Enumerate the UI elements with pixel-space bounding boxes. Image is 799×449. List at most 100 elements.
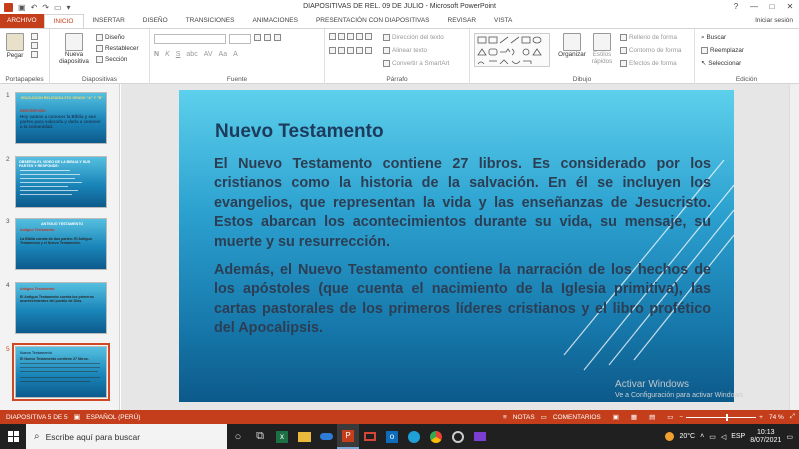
shrink-font-icon[interactable] (264, 34, 271, 41)
sign-in-link[interactable]: Iniciar sesión (755, 14, 799, 28)
app-gmail-icon[interactable] (359, 424, 381, 449)
layout-button[interactable]: Diseño (96, 33, 139, 42)
tab-presentacion[interactable]: PRESENTACIÓN CON DIAPOSITIVAS (307, 14, 439, 28)
char-spacing-button[interactable]: AV (204, 51, 213, 58)
bold-button[interactable]: N (154, 51, 159, 58)
tab-vista[interactable]: VISTA (485, 14, 521, 28)
vertical-scrollbar[interactable] (789, 84, 799, 410)
font-color-button[interactable]: A (233, 51, 238, 58)
clock[interactable]: 10:13 8/07/2021 (750, 429, 781, 445)
maximize-button[interactable]: □ (763, 0, 781, 14)
smartart-button[interactable]: Convertir a SmartArt (383, 59, 449, 68)
new-slide-button[interactable]: Nueva diapositiva (56, 33, 92, 65)
cut-icon[interactable] (31, 33, 38, 40)
align-left-icon[interactable] (329, 47, 336, 54)
copy-icon[interactable] (31, 42, 38, 49)
columns-icon[interactable] (365, 47, 372, 54)
zoom-level[interactable]: 74 % (763, 414, 790, 421)
select-button[interactable]: ↖ Seleccionar (701, 59, 744, 68)
zoom-out-button[interactable]: − (679, 414, 683, 421)
volume-icon[interactable]: ◁ (721, 433, 726, 441)
shape-fill-button[interactable]: Relleno de forma (620, 33, 682, 42)
spellcheck-icon[interactable]: ▣ (74, 413, 81, 421)
slideshow-icon[interactable]: ▭ (661, 413, 679, 421)
grow-font-icon[interactable] (254, 34, 261, 41)
minimize-button[interactable]: — (745, 0, 763, 14)
app-browser-icon[interactable] (447, 424, 469, 449)
notifications-icon[interactable]: ▭ (786, 433, 793, 441)
task-view-icon[interactable]: ⧉ (249, 424, 271, 449)
find-button[interactable]: ⌕ Buscar (701, 33, 744, 42)
justify-icon[interactable] (356, 47, 363, 54)
cortana-icon[interactable]: ○ (227, 424, 249, 449)
comments-button[interactable]: COMENTARIOS (547, 414, 607, 421)
zoom-slider-thumb[interactable] (726, 413, 729, 421)
help-button[interactable]: ? (727, 0, 745, 14)
replace-button[interactable]: Reemplazar (701, 46, 744, 55)
numbering-icon[interactable] (338, 33, 345, 40)
tab-inicio[interactable]: INICIO (43, 14, 84, 28)
weather-icon[interactable] (665, 432, 675, 441)
paste-button[interactable]: Pegar (6, 33, 24, 60)
tab-animaciones[interactable]: ANIMACIONES (243, 14, 307, 28)
current-slide[interactable]: Nuevo Testamento El Nuevo Testamento con… (179, 90, 734, 402)
underline-button[interactable]: S (176, 51, 181, 58)
font-name-field[interactable] (154, 34, 226, 44)
app-video-icon[interactable] (469, 424, 491, 449)
format-painter-icon[interactable] (31, 51, 38, 58)
align-center-icon[interactable] (338, 47, 345, 54)
zoom-slider[interactable] (686, 413, 757, 421)
font-size-field[interactable] (229, 34, 251, 44)
tab-archivo[interactable]: ARCHIVO (0, 14, 44, 28)
close-button[interactable]: ✕ (781, 0, 799, 14)
reset-button[interactable]: Restablecer (96, 44, 139, 53)
line-spacing-icon[interactable] (365, 33, 372, 40)
change-case-button[interactable]: Aa (219, 51, 228, 58)
start-button[interactable] (0, 424, 26, 449)
slide-thumbnail-2[interactable]: OBSERVA EL VIDEO DE LA BIBLIA Y SUS PART… (15, 156, 107, 208)
language-indicator[interactable]: ESPAÑOL (PERÚ) (80, 414, 146, 421)
slide-sorter-icon[interactable]: ▦ (625, 413, 643, 421)
slide-paragraph-1[interactable]: El Nuevo Testamento contiene 27 libros. … (214, 155, 711, 252)
shape-outline-button[interactable]: Contorno de forma (620, 46, 682, 55)
tab-insertar[interactable]: INSERTAR (84, 14, 134, 28)
fit-slide-icon[interactable]: ⤢ (790, 413, 799, 421)
slide-paragraph-2[interactable]: Además, el Nuevo Testamento contiene la … (214, 261, 711, 339)
weather-temperature[interactable]: 20°C (679, 433, 695, 440)
notes-button[interactable]: NOTAS (507, 414, 541, 421)
text-direction-button[interactable]: Dirección del texto (383, 33, 449, 42)
app-chrome-icon[interactable] (425, 424, 447, 449)
arrange-button[interactable]: Organizar (558, 33, 586, 58)
normal-view-icon[interactable]: ▣ (607, 413, 625, 421)
tab-revisar[interactable]: REVISAR (439, 14, 486, 28)
taskbar-search[interactable]: ⌕ Escribe aquí para buscar (26, 424, 227, 449)
increase-indent-icon[interactable] (356, 33, 363, 40)
shape-effects-button[interactable]: Efectos de forma (620, 59, 682, 68)
decrease-indent-icon[interactable] (347, 33, 354, 40)
input-language[interactable]: ESP (731, 433, 745, 440)
app-folder-icon[interactable] (293, 424, 315, 449)
clear-format-icon[interactable] (274, 34, 281, 41)
bullets-icon[interactable] (329, 33, 336, 40)
app-edge-icon[interactable] (403, 424, 425, 449)
italic-button[interactable]: K (165, 51, 170, 58)
app-outlook-icon[interactable]: o (381, 424, 403, 449)
tray-chevron-icon[interactable]: ˄ (700, 433, 704, 440)
slide-thumbnail-3[interactable]: ANTIGUO TESTAMENTO Antiguo Testamento La… (15, 218, 107, 270)
app-onedrive-icon[interactable] (315, 424, 337, 449)
tab-diseno[interactable]: DISEÑO (134, 14, 177, 28)
align-right-icon[interactable] (347, 47, 354, 54)
app-excel-icon[interactable]: x (271, 424, 293, 449)
slide-thumbnail-5[interactable]: Nuevo Testamento El Nuevo Testamento con… (12, 343, 110, 401)
network-icon[interactable]: ▭ (709, 433, 716, 441)
tab-transiciones[interactable]: TRANSICIONES (177, 14, 244, 28)
app-powerpoint-icon[interactable]: P (337, 424, 359, 449)
align-text-button[interactable]: Alinear texto (383, 46, 449, 55)
slide-thumbnail-4[interactable]: Antiguo Testamento El Antiguo Testamento… (15, 282, 107, 334)
shapes-gallery[interactable] (474, 33, 550, 67)
quick-styles-button[interactable]: Estilos rápidos (587, 33, 617, 65)
strikethrough-button[interactable]: abc (186, 51, 197, 58)
slide-title[interactable]: Nuevo Testamento (215, 121, 384, 143)
reading-view-icon[interactable]: ▤ (643, 413, 661, 421)
slide-thumbnail-1[interactable]: EDUCACIÓN RELIGIOSA 6TO GRADO "A" Y "B" … (15, 92, 107, 144)
